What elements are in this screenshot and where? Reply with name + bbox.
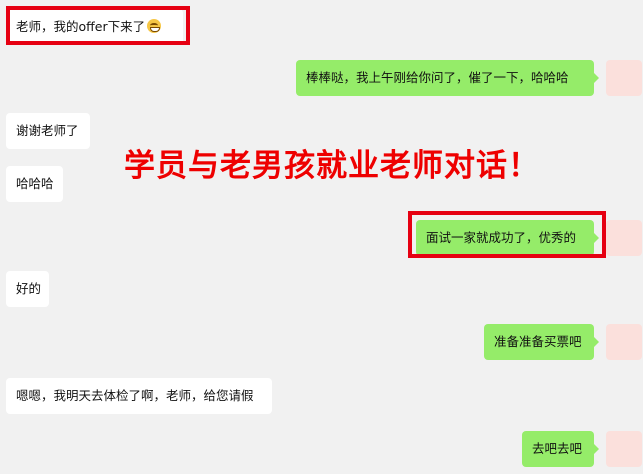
- avatar[interactable]: [606, 324, 642, 360]
- message-text: 哈哈哈: [16, 176, 54, 191]
- message-text: 好的: [16, 281, 42, 296]
- message-bubble-incoming[interactable]: 嗯嗯，我明天去体检了啊，老师，给您请假: [6, 378, 272, 414]
- message-bubble-outgoing[interactable]: 棒棒哒，我上午刚给你问了，催了一下，哈哈哈: [296, 60, 599, 96]
- message-bubble-incoming[interactable]: 谢谢老师了: [6, 113, 90, 149]
- message-text: 嗯嗯，我明天去体检了啊，老师，给您请假: [16, 388, 254, 403]
- highlight-box: [6, 6, 190, 45]
- message-text: 去吧去吧: [532, 441, 583, 456]
- overlay-title: 学员与老男孩就业老师对话！: [124, 148, 540, 184]
- avatar[interactable]: [606, 60, 642, 96]
- message-text: 谢谢老师了: [16, 123, 79, 138]
- message-bubble-incoming[interactable]: 好的: [6, 271, 49, 307]
- message-text: 准备准备买票吧: [494, 334, 582, 349]
- highlight-box: [408, 211, 606, 258]
- message-bubble-outgoing[interactable]: 准备准备买票吧: [484, 324, 599, 360]
- message-bubble-outgoing[interactable]: 去吧去吧: [522, 431, 599, 467]
- message-text: 棒棒哒，我上午刚给你问了，催了一下，哈哈哈: [306, 70, 569, 85]
- avatar[interactable]: [606, 431, 642, 467]
- message-bubble-incoming[interactable]: 哈哈哈: [6, 166, 63, 202]
- avatar[interactable]: [606, 220, 642, 256]
